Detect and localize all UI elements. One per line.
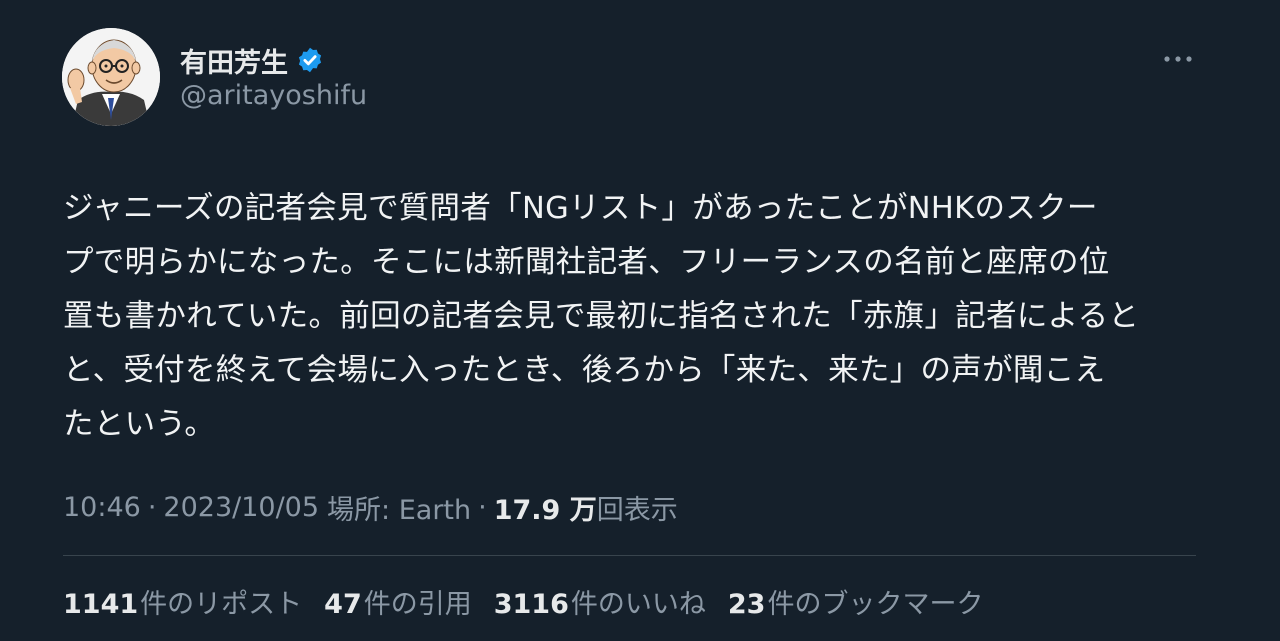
bookmarks-label: 件のブックマーク xyxy=(767,588,984,620)
tweet-text: ジャニーズの記者会見で質問者「NGリスト」があったことがNHKのスクー プで明ら… xyxy=(63,182,1198,452)
caricature-avatar-icon xyxy=(62,28,160,126)
author-name-row: 有田芳生 xyxy=(180,40,324,80)
likes-stat[interactable]: 3116 件のいいね xyxy=(494,582,706,621)
likes-count: 3116 xyxy=(493,588,569,620)
tweet-text-line: 置も書かれていた。前回の記者会見で最初に指名された「赤旗」記者によると xyxy=(63,299,1140,334)
author-avatar[interactable] xyxy=(62,28,160,126)
meta-separator: · xyxy=(478,491,487,523)
views-label: 回表示 xyxy=(596,494,678,526)
reposts-count: 1141 xyxy=(63,588,139,620)
reposts-stat[interactable]: 1141 件のリポスト xyxy=(63,582,302,621)
views-count: 17.9 万 xyxy=(493,494,597,526)
engagement-stats: 1141 件のリポスト 47 件の引用 3116 件のいいね 23 件のブックマ… xyxy=(63,579,1005,623)
stats-divider xyxy=(63,555,1196,556)
tweet-location: 場所: Earth xyxy=(327,494,472,526)
tweet-text-line: と、受付を終えて会場に入ったとき、後ろから「来た、来た」の声が聞こえ xyxy=(63,353,1106,388)
tweet-date[interactable]: 2023/10/05 xyxy=(163,492,319,523)
reposts-label: 件のリポスト xyxy=(140,588,303,620)
tweet-text-line: たという。 xyxy=(63,407,216,442)
quotes-count: 47 xyxy=(324,588,362,620)
likes-label: 件のいいね xyxy=(570,588,706,620)
tweet-metadata: 10:46 · 2023/10/05 場所: Earth · 17.9 万 回表… xyxy=(63,487,678,527)
tweet-text-line: ジャニーズの記者会見で質問者「NGリスト」があったことがNHKのスクー xyxy=(63,191,1098,226)
bookmarks-stat[interactable]: 23 件のブックマーク xyxy=(728,582,984,621)
quotes-stat[interactable]: 47 件の引用 xyxy=(324,582,472,621)
verified-badge-icon[interactable] xyxy=(296,46,324,74)
more-options-button[interactable] xyxy=(1160,44,1196,74)
tweet-time[interactable]: 10:46 xyxy=(63,492,141,523)
author-handle[interactable]: @aritayoshifu xyxy=(180,80,367,111)
quotes-label: 件の引用 xyxy=(363,588,472,620)
more-dots-icon xyxy=(1164,56,1192,62)
bookmarks-count: 23 xyxy=(727,588,766,620)
meta-separator: · xyxy=(147,491,157,523)
author-display-name[interactable]: 有田芳生 xyxy=(180,41,288,80)
tweet-detail: 有田芳生 @aritayoshifu ジャニーズの記者会見で質問者「NGリスト」… xyxy=(0,0,1280,641)
tweet-text-line: プで明らかになった。そこには新聞社記者、フリーランスの名前と座席の位 xyxy=(63,245,1110,280)
